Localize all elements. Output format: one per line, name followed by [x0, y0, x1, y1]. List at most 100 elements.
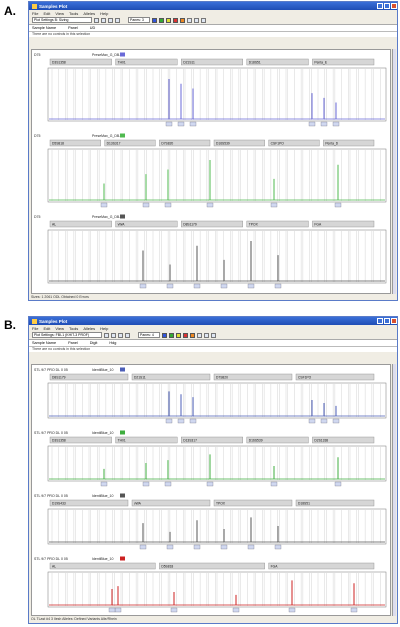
copy-icon[interactable] — [201, 17, 206, 23]
allele-call-box[interactable] — [220, 544, 228, 550]
menu-help[interactable]: Help — [100, 11, 108, 16]
menu-file[interactable]: File — [32, 11, 38, 16]
dye-swatch[interactable] — [120, 367, 125, 372]
allele-call-box[interactable] — [165, 121, 173, 127]
marker-bin[interactable] — [268, 562, 375, 570]
allele-call-box[interactable] — [270, 481, 278, 487]
allele-call-box[interactable] — [232, 607, 240, 613]
allele-call-box[interactable] — [332, 418, 340, 424]
allele-call-box[interactable] — [139, 283, 147, 289]
allele-call-box[interactable] — [320, 418, 328, 424]
allele-call-box[interactable] — [139, 544, 147, 550]
menu-tools[interactable]: Tools — [69, 11, 78, 16]
title-bar[interactable]: Samples Plot — [29, 317, 397, 325]
allele-call-box[interactable] — [177, 418, 185, 424]
green-dye-icon[interactable] — [159, 17, 164, 23]
allele-call-box[interactable] — [334, 481, 342, 487]
allele-call-box[interactable] — [100, 202, 108, 208]
allele-call-box[interactable] — [288, 607, 296, 613]
minimize-button[interactable] — [377, 3, 383, 9]
menu-file[interactable]: File — [32, 326, 38, 331]
table-view-icon[interactable] — [204, 332, 209, 338]
allele-call-box[interactable] — [308, 121, 316, 127]
print-icon[interactable] — [125, 332, 130, 338]
menu-view[interactable]: View — [55, 326, 64, 331]
menu-help[interactable]: Help — [100, 326, 108, 331]
allele-call-box[interactable] — [334, 202, 342, 208]
grid-icon[interactable] — [187, 17, 192, 23]
marker-bin[interactable] — [213, 499, 293, 507]
allele-call-box[interactable] — [114, 607, 122, 613]
minimize-button[interactable] — [377, 318, 383, 324]
allele-call-box[interactable] — [142, 202, 150, 208]
allele-call-box[interactable] — [193, 544, 201, 550]
allele-call-box[interactable] — [247, 283, 255, 289]
allele-call-box[interactable] — [206, 481, 214, 487]
allele-call-box[interactable] — [270, 202, 278, 208]
red-dye-icon[interactable] — [173, 17, 178, 23]
allele-call-box[interactable] — [274, 544, 282, 550]
dye-swatch[interactable] — [120, 133, 125, 138]
blue-dye-icon[interactable] — [152, 17, 157, 23]
allele-call-box[interactable] — [177, 121, 185, 127]
allele-call-box[interactable] — [166, 544, 174, 550]
copy-icon[interactable] — [211, 332, 216, 338]
allele-call-box[interactable] — [193, 283, 201, 289]
allele-call-box[interactable] — [247, 544, 255, 550]
allele-call-box[interactable] — [189, 121, 197, 127]
panes-dropdown[interactable]: Panes: 4 — [138, 332, 160, 338]
dye-swatch[interactable] — [120, 430, 125, 435]
allele-call-box[interactable] — [100, 481, 108, 487]
marker-bin[interactable] — [312, 220, 375, 228]
allele-call-box[interactable] — [274, 283, 282, 289]
vertical-scrollbar[interactable] — [392, 49, 396, 294]
plot-settings-dropdown[interactable]: Plot Settings: FBI-1 (KHIT-3 PROF) — [32, 332, 102, 338]
table-view-icon[interactable] — [194, 17, 199, 23]
dye-swatch[interactable] — [120, 493, 125, 498]
green-dye-icon[interactable] — [169, 332, 174, 338]
marker-bin[interactable] — [159, 562, 265, 570]
allele-call-box[interactable] — [350, 607, 358, 613]
zoom-icon[interactable] — [101, 17, 106, 23]
dye-swatch[interactable] — [120, 52, 125, 57]
orange-dye-icon[interactable] — [190, 332, 195, 338]
zoom-icon[interactable] — [111, 332, 116, 338]
allele-call-box[interactable] — [220, 283, 228, 289]
sizing-icon[interactable] — [94, 17, 99, 23]
dye-swatch[interactable] — [120, 214, 125, 219]
menu-edit[interactable]: Edit — [43, 11, 50, 16]
plot-settings-dropdown[interactable]: Plot Settings B: Sizing — [32, 17, 92, 23]
maximize-button[interactable] — [384, 3, 390, 9]
blue-dye-icon[interactable] — [162, 332, 167, 338]
allele-call-box[interactable] — [164, 481, 172, 487]
menu-alleles[interactable]: Alleles — [83, 326, 95, 331]
allele-call-box[interactable] — [166, 283, 174, 289]
allele-call-box[interactable] — [332, 121, 340, 127]
allele-call-box[interactable] — [170, 607, 178, 613]
menu-tools[interactable]: Tools — [69, 326, 78, 331]
menu-view[interactable]: View — [55, 11, 64, 16]
panes-dropdown[interactable]: Panes: 3 — [128, 17, 150, 23]
table-icon[interactable] — [118, 332, 123, 338]
allele-call-box[interactable] — [206, 202, 214, 208]
marker-bin[interactable] — [115, 220, 178, 228]
marker-bin[interactable] — [49, 220, 112, 228]
allele-call-box[interactable] — [108, 607, 116, 613]
dye-swatch[interactable] — [120, 556, 125, 561]
yellow-dye-icon[interactable] — [166, 17, 171, 23]
vertical-scrollbar[interactable] — [392, 364, 396, 616]
print-icon[interactable] — [115, 17, 120, 23]
grid-icon[interactable] — [197, 332, 202, 338]
red-dye-icon[interactable] — [183, 332, 188, 338]
table-icon[interactable] — [108, 17, 113, 23]
close-button[interactable] — [391, 318, 397, 324]
yellow-dye-icon[interactable] — [176, 332, 181, 338]
title-bar[interactable]: Samples Plot — [29, 2, 397, 10]
marker-bin[interactable] — [49, 562, 156, 570]
allele-call-box[interactable] — [189, 418, 197, 424]
allele-call-box[interactable] — [320, 121, 328, 127]
allele-call-box[interactable] — [308, 418, 316, 424]
menu-edit[interactable]: Edit — [43, 326, 50, 331]
menu-alleles[interactable]: Alleles — [83, 11, 95, 16]
allele-call-box[interactable] — [164, 202, 172, 208]
